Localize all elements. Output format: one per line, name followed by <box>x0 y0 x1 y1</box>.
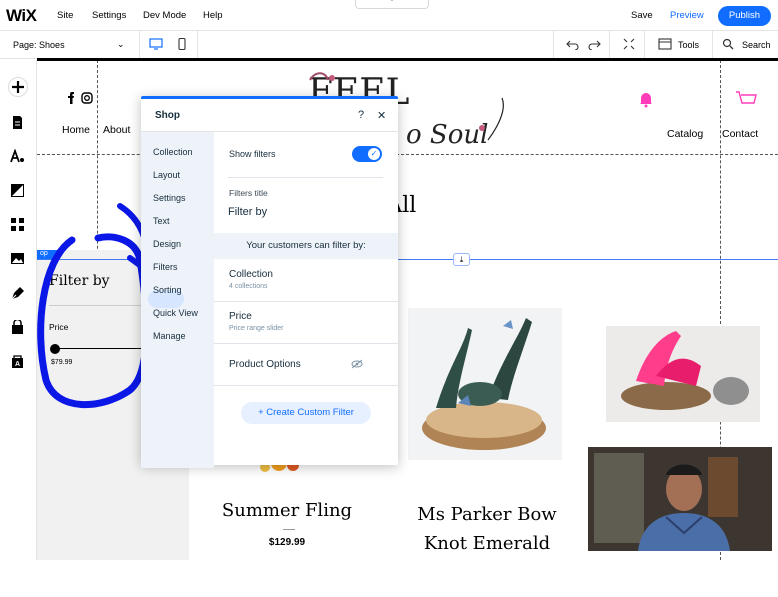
eye-hidden-icon[interactable] <box>351 359 363 369</box>
panel-title: Shop <box>155 110 180 121</box>
editor-secondary-bar: Page: Shoes ⌄ Tools Search <box>0 31 778 59</box>
check-icon: ✓ <box>368 148 380 160</box>
undo-icon[interactable] <box>566 38 580 50</box>
shop-settings-panel[interactable]: Shop ? ✕ Collection Layout Settings Text… <box>141 96 398 468</box>
panel-side-nav: Collection Layout Settings Text Design F… <box>141 132 214 468</box>
product-name-parker-bow[interactable]: Ms Parker Bow Knot Emerald <box>407 500 567 558</box>
svg-text:o Soul: o Soul <box>406 120 488 148</box>
site-nav-catalog[interactable]: Catalog <box>667 128 703 140</box>
mobile-icon[interactable] <box>175 38 189 50</box>
save-button[interactable]: Save <box>631 10 653 21</box>
page-label: Page: <box>13 40 37 50</box>
section-anchor-icon[interactable]: ⤓ <box>453 253 470 266</box>
close-icon[interactable]: ✕ <box>377 109 386 122</box>
site-nav-home[interactable]: Home <box>62 124 90 136</box>
preview-button[interactable]: Preview <box>670 10 704 21</box>
customers-filter-label: Your customers can filter by: <box>214 233 398 259</box>
nav-settings[interactable]: Settings <box>153 193 186 203</box>
filter-row-product-options[interactable]: Product Options <box>214 359 398 387</box>
site-nav-about[interactable]: About <box>103 124 130 136</box>
search-button[interactable]: Search <box>742 40 771 50</box>
menu-site[interactable]: Site <box>57 10 73 21</box>
page-value: Shoes <box>39 40 65 50</box>
tools-icon[interactable] <box>658 38 672 50</box>
business-icon[interactable]: A <box>10 354 25 369</box>
nav-manage[interactable]: Manage <box>153 331 186 341</box>
page-selector[interactable]: Page: Shoes <box>13 40 65 50</box>
site-header-border <box>37 58 778 61</box>
filters-title-input[interactable]: Filter by <box>228 203 383 223</box>
cart-icon[interactable] <box>735 90 757 108</box>
product-image-emerald-heels[interactable] <box>408 308 562 460</box>
menu-settings[interactable]: Settings <box>92 10 126 21</box>
instagram-icon <box>81 92 93 104</box>
notification-bell-icon[interactable] <box>639 90 653 108</box>
create-custom-filter-button[interactable]: + Create Custom Filter <box>241 402 371 424</box>
publish-button[interactable]: Publish <box>718 6 771 26</box>
search-icon[interactable] <box>722 38 736 50</box>
nav-design[interactable]: Design <box>153 239 181 249</box>
apps-icon[interactable] <box>10 217 25 232</box>
nav-sorting[interactable]: Sorting <box>153 285 182 295</box>
nav-layout[interactable]: Layout <box>153 170 180 180</box>
theme-icon[interactable] <box>10 149 25 164</box>
filter-row-collection[interactable]: Collection 4 collections <box>214 269 398 309</box>
panel-header: Shop ? ✕ <box>141 99 398 132</box>
filter-price-sub: Price range slider <box>229 325 284 332</box>
menu-dev-mode[interactable]: Dev Mode <box>143 10 186 21</box>
filters-title-label: Filters title <box>229 188 268 198</box>
tools-button[interactable]: Tools <box>678 40 699 50</box>
show-filters-label: Show filters <box>229 149 276 159</box>
facebook-icon <box>68 92 74 104</box>
chevron-down-icon[interactable]: ⌄ <box>117 39 125 50</box>
nav-filters[interactable]: Filters <box>153 262 178 272</box>
media-icon[interactable] <box>10 251 25 266</box>
desktop-icon[interactable] <box>149 38 163 50</box>
filter-product-options-title: Product Options <box>229 359 301 370</box>
filter-collection-sub: 4 collections <box>229 283 268 290</box>
menu-help[interactable]: Help <box>203 10 223 21</box>
store-icon[interactable] <box>10 320 25 335</box>
filter-collection-title: Collection <box>229 269 273 280</box>
product-price-summer-fling: $129.99 <box>268 537 306 548</box>
add-icon[interactable] <box>8 77 28 97</box>
webcam-video-overlay <box>588 447 772 551</box>
nav-text[interactable]: Text <box>153 216 170 226</box>
show-filters-toggle[interactable]: ✓ <box>352 146 382 162</box>
nav-quick-view[interactable]: Quick View <box>153 308 198 318</box>
product-image-pink-heels[interactable] <box>606 326 760 422</box>
help-icon[interactable]: ? <box>358 109 364 121</box>
filter-row-price[interactable]: Price Price range slider <box>214 311 398 351</box>
background-icon[interactable] <box>10 183 25 198</box>
nav-collection[interactable]: Collection <box>153 147 193 157</box>
filter-price-title: Price <box>229 311 252 322</box>
product-name-summer-fling[interactable]: Summer Fling <box>219 500 355 521</box>
social-icons <box>68 92 93 104</box>
editor-topbar: WiX Site Settings Dev Mode Help ˆ Save P… <box>0 0 778 31</box>
blog-icon[interactable] <box>10 286 25 301</box>
wix-logo: WiX <box>6 6 37 25</box>
site-nav-contact[interactable]: Contact <box>722 128 758 140</box>
zoom-out-icon[interactable] <box>622 38 636 50</box>
pages-icon[interactable] <box>10 115 25 130</box>
collapse-topbar-icon[interactable]: ˆ <box>355 0 429 9</box>
redo-icon[interactable] <box>587 38 601 50</box>
svg-text:A: A <box>15 361 20 368</box>
